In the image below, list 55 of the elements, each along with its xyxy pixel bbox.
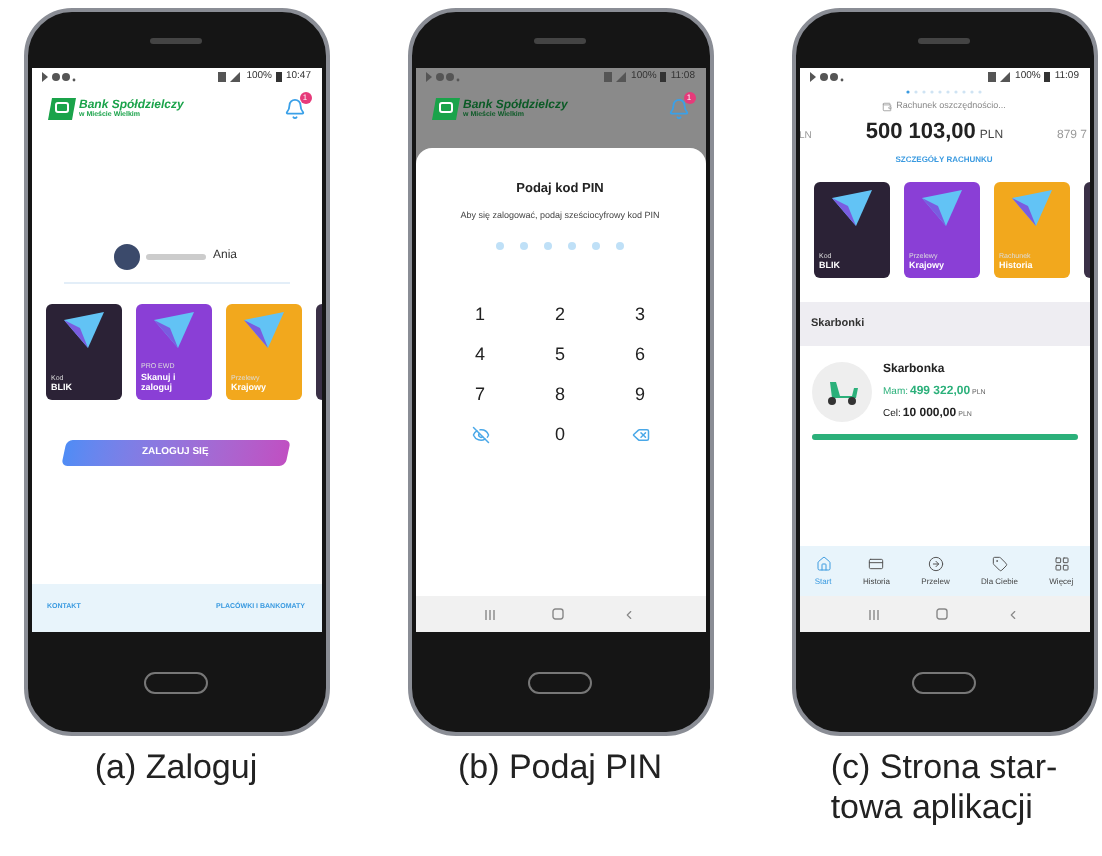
redacted-text-bar [146,254,207,260]
account-balance: 500 103,00 [865,121,976,144]
bank-logo-icon [431,98,459,120]
signal-icon [218,72,243,82]
keypad-key[interactable]: 0 [540,425,580,444]
recent-apps-icon[interactable] [867,609,880,619]
keypad-key[interactable]: 3 [620,305,660,324]
pin-dots-icon [496,241,624,250]
keypad-key[interactable]: 4 [460,345,500,364]
signal-icon [603,72,628,82]
wallet-icon [882,101,893,112]
phone-speaker [918,37,970,43]
grid-icon [1053,555,1070,571]
status-icons [809,72,845,82]
home-nav-icon[interactable] [552,608,565,620]
figure-caption: (a) Zaloguj [94,748,258,788]
figure-caption: (c) Strona star- [830,748,1058,788]
status-icons [425,72,461,82]
figure-caption: towa aplikacji [830,788,1033,828]
keypad-key[interactable]: 9 [620,385,660,404]
recent-apps-icon[interactable] [483,609,496,619]
keypad-key[interactable]: 6 [620,345,660,364]
phone-speaker [534,37,586,43]
tile-artwork-icon [921,189,961,226]
card-icon [868,555,885,571]
backspace-icon[interactable] [631,425,649,444]
notification-bell-icon[interactable] [283,98,305,120]
battery-icon [660,72,667,82]
phone-home-button[interactable] [144,671,208,693]
tile-artwork-icon [153,312,193,348]
home-nav-icon[interactable] [936,608,949,620]
tile-artwork-icon [1011,189,1051,226]
battery-icon [1044,72,1051,82]
figure-caption: (b) Podaj PIN [457,748,663,788]
phone-home-button[interactable] [912,671,976,693]
keypad-key[interactable]: 2 [540,305,580,324]
tag-icon [991,555,1008,571]
phone-speaker [150,37,202,43]
hide-pin-icon[interactable] [471,425,489,444]
back-icon[interactable] [1006,607,1021,621]
phone-home-button[interactable] [528,671,592,693]
home-icon [815,555,832,571]
battery-icon [275,72,282,82]
tile-artwork-icon [63,312,103,348]
keypad-key[interactable]: 7 [460,385,500,404]
keypad-key[interactable]: 1 [460,305,500,324]
back-icon[interactable] [622,607,637,621]
status-icons [41,72,77,82]
keypad-key[interactable]: 8 [540,385,580,404]
signal-icon [987,72,1012,82]
tile-artwork-icon [831,189,871,226]
arrow-circle-icon [927,555,944,571]
keypad-key[interactable]: 5 [540,345,580,364]
tile-artwork-icon [243,312,283,348]
bank-logo-icon [47,98,75,120]
